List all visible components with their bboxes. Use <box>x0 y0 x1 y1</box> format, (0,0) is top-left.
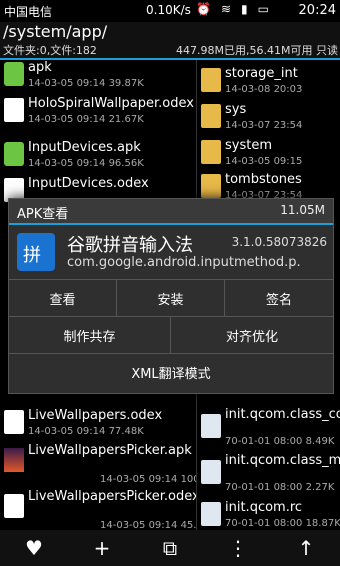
config-file-icon <box>201 414 221 438</box>
storage-info: 447.98M已用,56.41M可用 只读 <box>176 44 338 57</box>
folder-icon <box>201 174 221 198</box>
file-meta: 14-03-05 09:14 100.66K <box>100 474 196 485</box>
clock: 20:24 <box>298 3 336 18</box>
xml-translate-mode-button[interactable]: XML翻译模式 <box>9 353 333 390</box>
add-icon[interactable]: + <box>82 536 122 560</box>
path-bar: /system/app/ 文件夹:0,文件:182 447.98M已用,56.4… <box>0 22 340 58</box>
network-speed: 0.10K/s <box>146 3 191 17</box>
file-item[interactable]: init.qcom.rc 70-01-01 08:00 18.87K <box>197 498 340 530</box>
file-name: init.qcom.class_main.sh <box>225 453 340 468</box>
package-name: com.google.android.inputmethod.p. <box>67 255 301 270</box>
file-name: HoloSpiralWallpaper.odex <box>28 96 194 111</box>
button-divider <box>170 316 171 353</box>
folder-icon <box>201 68 221 92</box>
file-name: apk <box>28 60 52 75</box>
install-button[interactable]: 安装 <box>117 279 224 316</box>
up-directory-icon[interactable]: ↑ <box>286 536 326 560</box>
apk-size: 11.05M <box>280 203 325 217</box>
file-name: system <box>225 138 272 153</box>
file-name: InputDevices.odex <box>28 176 149 191</box>
button-divider <box>224 279 225 316</box>
file-meta: 14-03-05 09:14 77.48K <box>28 426 144 437</box>
file-name: LiveWallpapers.odex <box>28 408 163 423</box>
current-path[interactable]: /system/app/ <box>3 22 107 41</box>
file-meta: 14-03-05 09:15 <box>225 156 303 167</box>
file-name: storage_int <box>225 66 298 81</box>
carrier-label: 中国电信 <box>4 5 53 19</box>
file-meta: 14-03-08 20:03 <box>225 84 303 95</box>
battery-icon: ▭ <box>257 2 269 16</box>
alarm-icon: ⏰ <box>196 2 211 16</box>
document-icon <box>4 98 24 122</box>
file-item[interactable]: LiveWallpapersPicker.odex 14-03-05 09:14… <box>0 488 196 530</box>
file-meta: 14-03-07 23:54 <box>225 120 303 131</box>
file-item[interactable]: HoloSpiralWallpaper.odex 14-03-05 09:14 … <box>0 94 196 134</box>
file-meta: 14-03-05 09:14 45.24K <box>100 520 197 530</box>
wifi-icon: ≋ <box>220 2 232 16</box>
file-meta: 70-01-01 08:00 8.49K <box>225 436 335 447</box>
document-icon <box>4 410 24 434</box>
apk-viewer-dialog: APK查看 11.05M 拼 谷歌拼音输入法 3.1.0.58073826 co… <box>8 198 334 394</box>
app-version: 3.1.0.58073826 <box>231 235 327 249</box>
file-name: init.qcom.rc <box>225 500 303 515</box>
config-file-icon <box>201 502 221 526</box>
file-meta: 70-01-01 08:00 2.27K <box>225 482 335 493</box>
make-coexist-button[interactable]: 制作共存 <box>9 316 170 353</box>
file-name: init.qcom.class_core.sh <box>225 407 340 422</box>
align-optimize-button[interactable]: 对齐优化 <box>171 316 333 353</box>
file-item[interactable]: LiveWallpapersPicker.apk 14-03-05 09:14 … <box>0 442 196 486</box>
file-name: LiveWallpapersPicker.apk <box>28 443 192 458</box>
file-name: InputDevices.apk <box>28 140 141 155</box>
status-bar: 中国电信 0.10K/s ⏰ ≋ ▮ ▭ 20:24 <box>0 0 340 22</box>
wallpaper-image-icon <box>4 448 24 472</box>
document-icon <box>4 494 24 518</box>
android-apk-icon <box>4 62 24 86</box>
app-icon: 拼 <box>17 233 55 271</box>
folder-icon <box>201 104 221 128</box>
more-menu-icon[interactable]: ⋮ <box>218 536 258 560</box>
file-item[interactable]: LiveWallpapers.odex 14-03-05 09:14 77.48… <box>0 406 196 446</box>
file-item[interactable]: InputDevices.apk 14-03-05 09:14 96.56K <box>0 138 196 178</box>
sign-button[interactable]: 签名 <box>225 279 333 316</box>
file-item[interactable]: storage_int 14-03-08 20:03 <box>197 64 340 104</box>
multi-select-icon[interactable]: ⧉ <box>150 536 190 560</box>
android-apk-icon <box>4 142 24 166</box>
button-divider <box>116 279 117 316</box>
view-button[interactable]: 查看 <box>9 279 116 316</box>
app-name: 谷歌拼音输入法 <box>67 235 193 256</box>
file-name: sys <box>225 102 247 117</box>
file-item[interactable]: init.qcom.class_main.sh 70-01-01 08:00 2… <box>197 452 340 496</box>
signal-icon: ▮ <box>241 2 248 16</box>
dialog-title: APK查看 <box>17 207 69 222</box>
file-item[interactable]: init.qcom.class_core.sh 70-01-01 08:00 8… <box>197 406 340 450</box>
file-name: LiveWallpapersPicker.odex <box>28 489 197 504</box>
file-item[interactable]: sys 14-03-07 23:54 <box>197 100 340 140</box>
status-icons: ⏰ ≋ ▮ ▭ <box>196 2 269 16</box>
folder-icon <box>201 140 221 164</box>
app-icon-glyph: 拼 <box>23 245 41 266</box>
favorite-icon[interactable]: ♥ <box>14 536 54 560</box>
file-meta: 70-01-01 08:00 18.87K <box>225 518 340 529</box>
config-file-icon <box>201 460 221 484</box>
file-meta: 14-03-05 09:14 96.56K <box>28 158 144 169</box>
dialog-header: APK查看 11.05M <box>9 199 333 223</box>
file-meta: 14-03-05 09:14 39.87K <box>28 78 144 89</box>
bottom-toolbar: ♥ + ⧉ ⋮ ↑ <box>0 530 340 566</box>
file-count: 文件夹:0,文件:182 <box>3 44 97 57</box>
file-item[interactable]: apk 14-03-05 09:14 39.87K <box>0 60 196 98</box>
file-name: tombstones <box>225 172 302 187</box>
file-meta: 14-03-05 09:14 21.67K <box>28 114 144 125</box>
dialog-divider <box>9 223 333 225</box>
